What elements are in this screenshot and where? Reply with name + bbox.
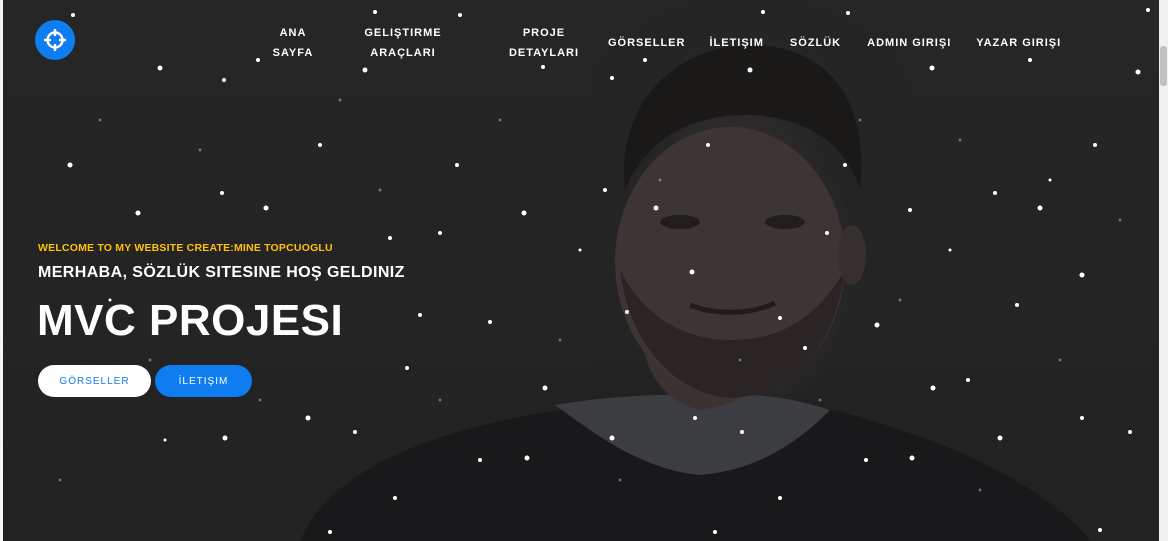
- scrollbar[interactable]: [1159, 0, 1168, 541]
- site-logo[interactable]: [35, 20, 75, 60]
- hero-page: ANA SAYFA GELIŞTIRME ARAÇLARI PROJE DETA…: [0, 0, 1168, 541]
- iletisim-button[interactable]: İLETIŞIM: [155, 365, 252, 397]
- gorseller-button[interactable]: GÖRSELLER: [38, 365, 151, 397]
- nav-label: GÖRSELLER: [608, 37, 686, 49]
- nav-label: ADMIN GIRIŞI: [867, 37, 952, 49]
- nav-label: İLETIŞIM: [709, 37, 764, 49]
- nav-item-gelistirme-araclari[interactable]: GELIŞTIRME ARAÇLARI: [354, 23, 452, 63]
- nav-label: YAZAR GIRIŞI: [976, 37, 1062, 49]
- nav-item-gorseller[interactable]: GÖRSELLER: [608, 33, 685, 53]
- nav-label-line2: DETAYLARI: [508, 47, 580, 59]
- scrollbar-thumb[interactable]: [1160, 46, 1167, 86]
- nav-label-line1: GELIŞTIRME: [364, 27, 442, 39]
- nav-item-sozluk[interactable]: SÖZLÜK: [790, 33, 841, 53]
- nav-item-proje-detaylari[interactable]: PROJE DETAYLARI: [498, 23, 590, 63]
- welcome-text: WELCOME TO MY WEBSITE CREATE:MINE TOPCUO…: [38, 242, 333, 254]
- nav-item-admin-girisi[interactable]: ADMIN GIRIŞI: [867, 33, 951, 53]
- nav-label-line2: ARAÇLARI: [370, 47, 436, 59]
- nav-label-line2: SAYFA: [272, 47, 314, 59]
- hero-subtitle: MERHABA, SÖZLÜK SITESINE HOŞ GELDINIZ: [38, 264, 405, 281]
- main-nav: ANA SAYFA GELIŞTIRME ARAÇLARI PROJE DETA…: [258, 20, 1061, 66]
- nav-label-line1: ANA: [279, 27, 307, 39]
- hero-headline: MVC PROJESI: [37, 296, 344, 345]
- page-left-edge: [0, 0, 3, 541]
- crosshair-icon: [44, 29, 66, 51]
- nav-item-yazar-girisi[interactable]: YAZAR GIRIŞI: [976, 33, 1061, 53]
- nav-label-line1: PROJE: [522, 27, 566, 39]
- nav-item-iletisim[interactable]: İLETIŞIM: [709, 33, 763, 53]
- nav-label: SÖZLÜK: [789, 37, 842, 49]
- nav-item-ana-sayfa[interactable]: ANA SAYFA: [258, 23, 328, 63]
